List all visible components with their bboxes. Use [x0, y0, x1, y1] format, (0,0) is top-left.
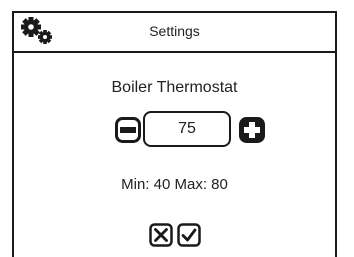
minus-icon	[115, 117, 141, 143]
increase-button[interactable]	[239, 117, 265, 143]
cancel-button[interactable]	[149, 223, 173, 247]
check-box-icon	[177, 223, 201, 247]
setting-label: Boiler Thermostat	[111, 79, 238, 96]
thermostat-settings-screen: Settings Boiler Thermostat 75 Min: 40 Ma…	[12, 11, 337, 257]
range-text: Min: 40 Max: 80	[121, 176, 228, 193]
confirm-button[interactable]	[177, 223, 201, 247]
thermostat-value-field[interactable]: 75	[143, 111, 231, 147]
header-title: Settings	[149, 23, 200, 39]
close-box-icon	[149, 223, 173, 247]
decrease-button[interactable]	[115, 117, 141, 143]
plus-icon	[239, 117, 265, 143]
header-bar: Settings	[14, 13, 335, 53]
